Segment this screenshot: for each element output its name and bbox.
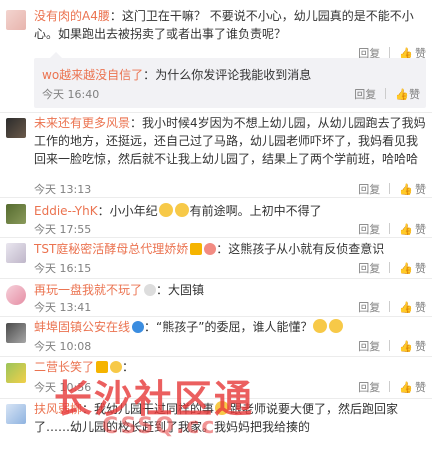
reply-button[interactable]: 回复 [358,221,380,237]
comment-time: 今天 13:41 [34,301,92,314]
comment-time: 今天 16:15 [34,262,92,275]
comment-text: 大固镇 [168,283,205,297]
watermark-url: CSSQ.cc [102,414,217,439]
comment-actions: 回复 👍赞 [358,379,426,395]
comment-actions: 回复 👍赞 [358,299,426,315]
like-button[interactable]: 赞 [415,338,426,354]
comment-actions: 回复 👍赞 [358,181,426,197]
like-button[interactable]: 赞 [415,260,426,276]
comment-item: TST庭秘密活酵母总代理娇娇 ：这熊孩子从小就有反侦查意识 今天 16:15 回复… [0,237,432,279]
comment-text: “熊孩子”的委屈，谁人能懂？ [156,320,313,334]
comment-time: 今天 16:40 [42,88,100,101]
like-button[interactable]: 赞 [415,181,426,197]
reply-button[interactable]: 回复 [358,338,380,354]
like-button[interactable]: 赞 [415,379,426,395]
comment-actions: 回复 👍赞 [354,86,420,102]
comment-text: 有前途啊。上初中不得了 [189,204,322,218]
thumbs-up-icon[interactable]: 👍 [399,262,413,275]
comment-item: 未来还有更多风景：我小时候4岁因为不想上幼儿园，从幼儿园跑去了我妈工作的地方，还… [0,112,432,198]
avatar[interactable] [6,118,26,138]
reply-button[interactable]: 回复 [358,379,380,395]
comment-username[interactable]: 未来还有更多风景 [34,116,130,130]
emoji-icon [174,203,189,217]
thumbs-up-icon[interactable]: 👍 [399,183,413,196]
heart-icon [204,243,217,255]
comment-item: 再玩一盘我就不玩了 ：大固镇 今天 13:41 回复 👍 赞 [0,278,432,317]
avatar[interactable] [6,243,26,263]
emoji-icon [313,319,328,333]
comment-item: 没有肉的A4腰：这门卫在干嘛？ 不要说不小心，幼儿园真的是不能不小心。如果跑出去… [0,0,432,113]
thumbs-up-icon[interactable]: 👍 [399,223,413,236]
comment-username[interactable]: 蚌埠固镇公安在线 [34,320,130,334]
panda-icon [144,284,157,296]
verified-v-icon [132,321,145,333]
thumbs-up-icon[interactable]: 👍 [395,88,409,101]
comment-text: 这熊孩子从小就有反侦查意识 [228,242,385,256]
comment-time: 今天 17:55 [34,223,92,236]
reply-button[interactable]: 回复 [358,299,380,315]
nested-reply: wo越来越没自信了：为什么你发评论我能收到消息 今天 16:40 回复 👍赞 [34,52,426,108]
comment-item: 蚌埠固镇公安在线 ：“熊孩子”的委屈，谁人能懂？ 今天 10:08 回复 👍 赞 [0,316,432,357]
comment-username[interactable]: 没有肉的A4腰 [34,9,110,23]
comment-actions: 回复 👍赞 [358,338,426,354]
avatar[interactable] [6,10,26,30]
emoji-icon [329,319,344,333]
avatar[interactable] [6,323,26,343]
thumbs-up-icon[interactable]: 👍 [399,340,413,353]
comment-actions: 回复 👍赞 [358,260,426,276]
thumbs-up-icon[interactable]: 👍 [399,301,413,314]
comment-username[interactable]: wo越来越没自信了 [42,68,143,82]
thumbs-up-icon[interactable]: 👍 [399,381,413,394]
comment-username[interactable]: 再玩一盘我就不玩了 [34,283,142,297]
comment-username[interactable]: TST庭秘密活酵母总代理娇娇 [34,242,188,256]
avatar[interactable] [6,363,26,383]
reply-button[interactable]: 回复 [358,260,380,276]
comment-text: 为什么你发评论我能收到消息 [155,68,312,82]
like-button[interactable]: 赞 [415,299,426,315]
emoji-icon [158,203,173,217]
avatar[interactable] [6,285,26,305]
comment-time: 今天 10:08 [34,340,92,353]
comment-username[interactable]: Eddie--YhK [34,204,98,218]
comment-text: 小小年纪 [109,204,158,218]
like-button[interactable]: 赞 [415,221,426,237]
comment-item: Eddie--YhK：小小年纪 有前途啊。上初中不得了 今天 17:55 回复 👍 赞 [0,197,432,238]
reply-button[interactable]: 回复 [354,88,376,101]
avatar[interactable] [6,204,26,224]
comment-actions: 回复 👍赞 [358,221,426,237]
reply-button[interactable]: 回复 [358,181,380,197]
comment-time: 今天 13:13 [34,183,92,196]
like-button[interactable]: 赞 [409,88,420,101]
avatar[interactable] [6,404,26,424]
vip-badge-icon [190,243,203,255]
